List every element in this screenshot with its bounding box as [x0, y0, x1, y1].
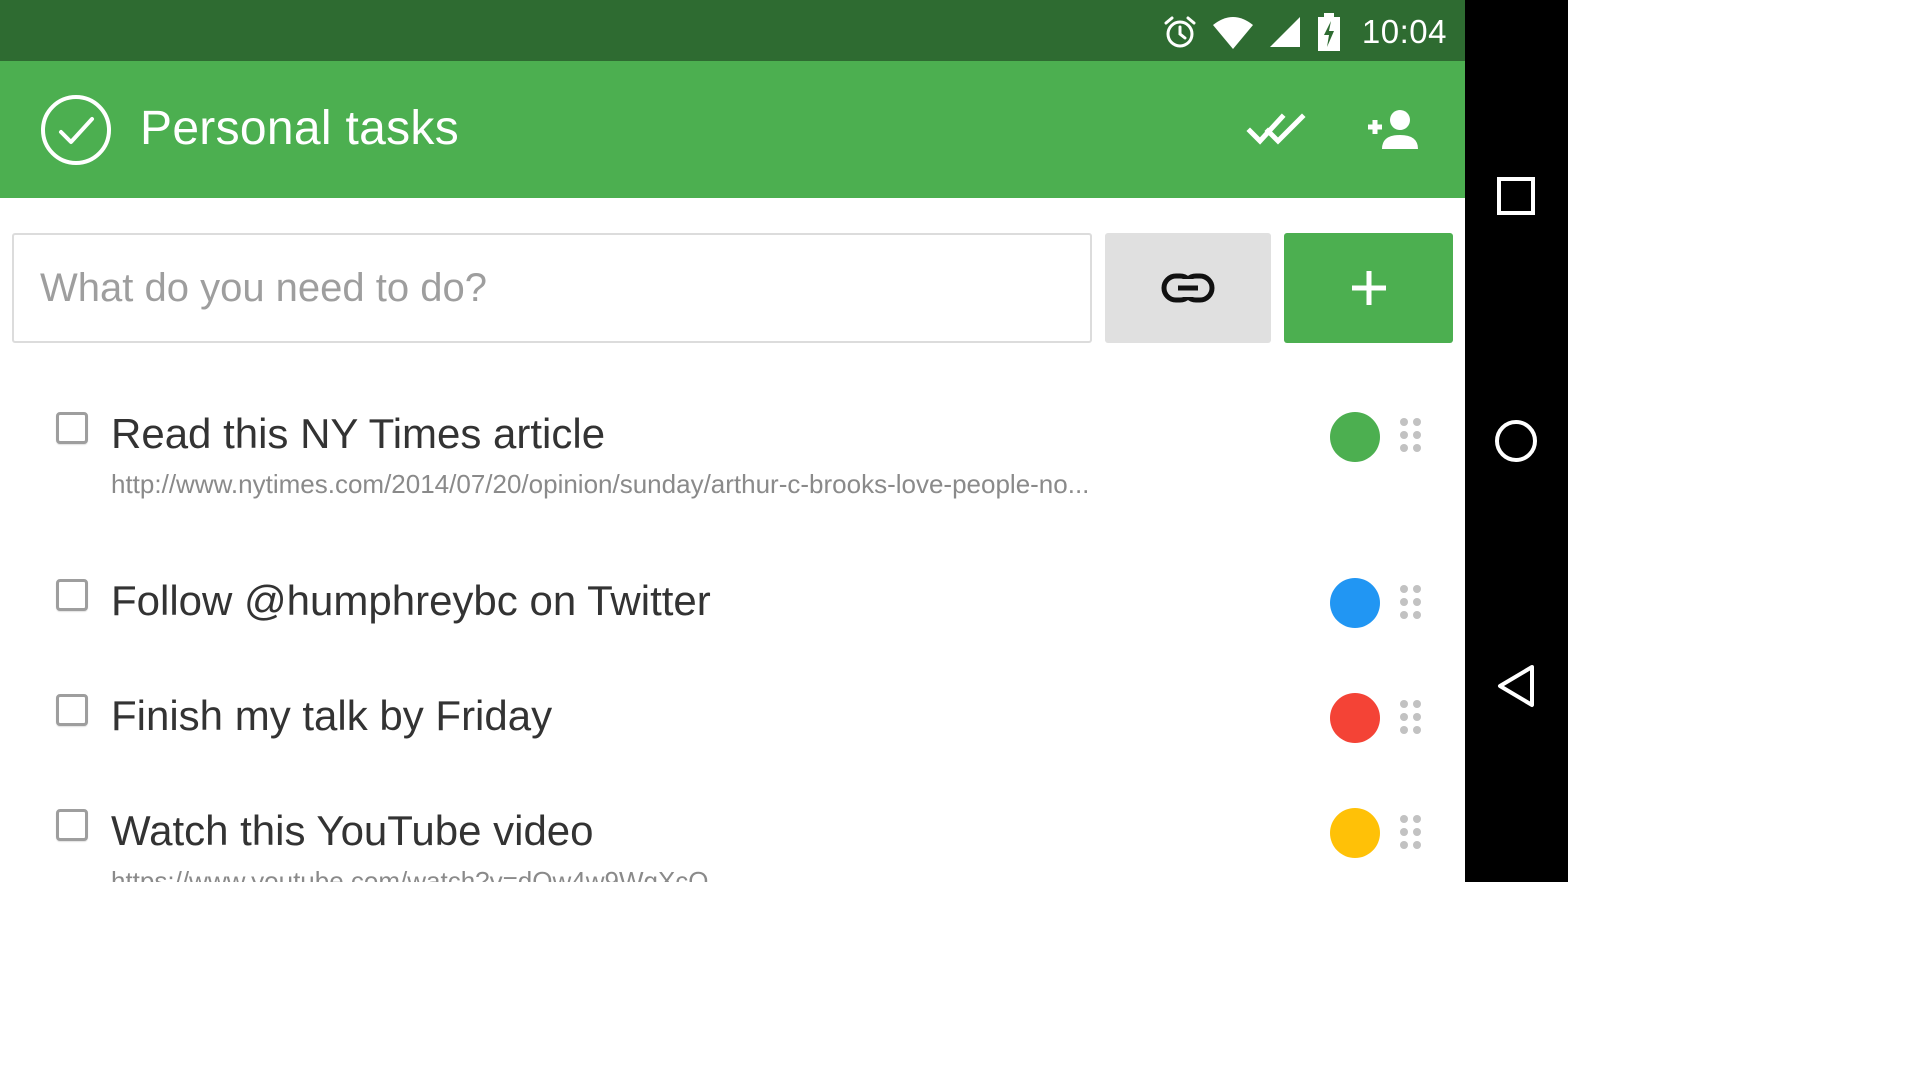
new-task-input[interactable] [12, 233, 1092, 343]
wifi-icon [1212, 17, 1253, 49]
recents-square-icon [1497, 177, 1535, 215]
drag-handle-icon[interactable] [1400, 585, 1422, 619]
alarm-icon [1164, 16, 1196, 48]
check-circle-icon [41, 95, 111, 165]
complete-all-button[interactable] [1244, 99, 1308, 159]
task-color-dot[interactable] [1330, 693, 1380, 743]
task-title[interactable]: Finish my talk by Friday [111, 690, 552, 742]
page-title: Personal tasks [140, 102, 460, 155]
status-bar: 10:04 [0, 0, 1465, 61]
plus-icon [1351, 271, 1386, 305]
task-title[interactable]: Read this NY Times article [111, 408, 605, 460]
task-url[interactable]: http://www.nytimes.com/2014/07/20/opinio… [111, 468, 1089, 500]
back-triangle-icon [1498, 665, 1534, 707]
back-button[interactable] [1488, 658, 1544, 714]
signal-icon [1269, 17, 1300, 47]
link-icon [1161, 273, 1215, 303]
app-window: 10:04 Personal tasks What do you need to… [0, 0, 1465, 882]
add-person-button[interactable] [1362, 99, 1426, 159]
task-color-dot[interactable] [1330, 412, 1380, 462]
home-circle-icon [1495, 420, 1537, 462]
task-url[interactable]: https://www.youtube.com/watch?v=dQw4w9Wg… [111, 865, 709, 882]
status-time: 10:04 [1361, 13, 1447, 50]
task-checkbox[interactable] [56, 412, 88, 444]
drag-handle-icon[interactable] [1400, 815, 1422, 849]
app-bar: Personal tasks [0, 61, 1465, 198]
drag-handle-icon[interactable] [1400, 418, 1422, 452]
task-title[interactable]: Watch this YouTube video [111, 805, 594, 857]
add-person-icon [1368, 110, 1418, 149]
recents-button[interactable] [1488, 168, 1544, 224]
task-checkbox[interactable] [56, 579, 88, 611]
task-color-dot[interactable] [1330, 808, 1380, 858]
task-title[interactable]: Follow @humphreybc on Twitter [111, 575, 711, 627]
home-button[interactable] [1488, 413, 1544, 469]
status-icons: 10:04 [1162, 10, 1447, 54]
task-color-dot[interactable] [1330, 578, 1380, 628]
double-check-icon [1246, 113, 1306, 145]
navigation-bar [1465, 0, 1568, 882]
add-task-button[interactable] [1284, 233, 1453, 343]
task-checkbox[interactable] [56, 694, 88, 726]
battery-charging-icon [1317, 13, 1340, 51]
attach-link-button[interactable] [1105, 233, 1271, 343]
drag-handle-icon[interactable] [1400, 700, 1422, 734]
task-checkbox[interactable] [56, 809, 88, 841]
